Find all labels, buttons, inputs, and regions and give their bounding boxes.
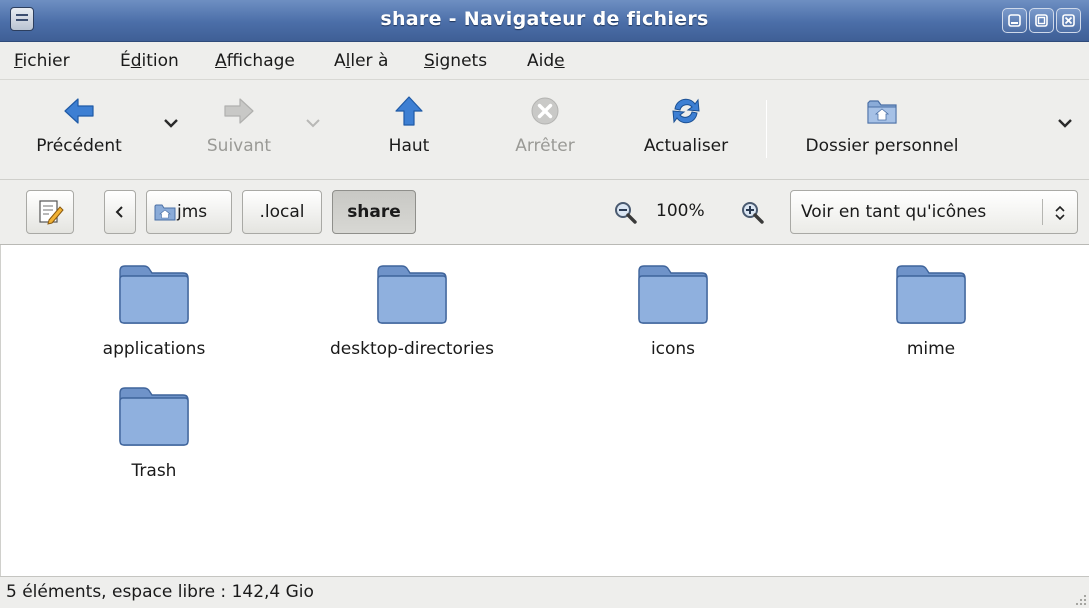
breadcrumb-local[interactable]: .local — [242, 190, 322, 234]
folder-icon — [377, 265, 447, 324]
maximize-button[interactable] — [1029, 8, 1054, 33]
home-folder-icon — [154, 204, 176, 221]
forward-arrow-icon — [224, 98, 254, 124]
stop-button[interactable]: Arrêter — [490, 80, 600, 180]
toolbar: Précédent Suivant Haut Arrêter Actualise… — [0, 80, 1089, 180]
folder-icon — [119, 387, 189, 446]
home-button[interactable]: Dossier personnel — [782, 80, 982, 180]
status-text: 5 éléments, espace libre : 142,4 Gio — [6, 582, 314, 602]
up-button[interactable]: Haut — [354, 80, 464, 180]
reload-icon — [672, 98, 700, 124]
forward-button[interactable]: Suivant — [184, 80, 294, 180]
menu-edition[interactable]: Édition — [120, 51, 179, 71]
zoom-in-icon[interactable] — [740, 200, 764, 224]
reload-button[interactable]: Actualiser — [626, 80, 746, 180]
toggle-location-entry-button[interactable] — [26, 190, 74, 234]
up-arrow-icon — [395, 96, 423, 126]
minimize-button[interactable] — [1002, 8, 1027, 33]
breadcrumb-share[interactable]: share — [332, 190, 416, 234]
folder-item[interactable]: icons — [558, 263, 788, 363]
menu-aide[interactable]: Aide — [527, 51, 565, 71]
stop-icon — [531, 97, 559, 125]
folder-item[interactable]: desktop-directories — [297, 263, 527, 363]
breadcrumb-jms[interactable]: jms — [146, 190, 232, 234]
forward-history-chevron-icon[interactable] — [304, 114, 322, 132]
maximize-icon — [1035, 14, 1048, 27]
view-mode-select[interactable]: Voir en tant qu'icônes — [790, 190, 1078, 234]
chevron-left-icon — [115, 206, 123, 218]
resize-grip-icon[interactable] — [1073, 592, 1087, 606]
back-button[interactable]: Précédent — [14, 80, 144, 180]
menu-bar: Fichier Édition Affichage Aller à Signet… — [0, 42, 1089, 80]
location-bar: jms .local share 100% Voir en tant qu'ic… — [0, 180, 1089, 245]
window-title: share - Navigateur de fichiers — [380, 8, 709, 30]
folder-item[interactable]: applications — [39, 263, 269, 363]
status-bar: 5 éléments, espace libre : 142,4 Gio — [0, 576, 1089, 608]
back-arrow-icon — [64, 98, 94, 124]
close-icon — [1062, 14, 1075, 27]
zoom-level: 100% — [656, 201, 705, 221]
breadcrumb-scroll-left-button[interactable] — [104, 190, 136, 234]
folder-icon — [896, 265, 966, 324]
menu-aller-a[interactable]: Aller à — [334, 51, 388, 71]
zoom-out-icon[interactable] — [613, 200, 637, 224]
select-updown-icon — [1055, 205, 1065, 221]
menu-signets[interactable]: Signets — [424, 51, 487, 71]
menu-affichage[interactable]: Affichage — [215, 51, 295, 71]
title-bar[interactable]: share - Navigateur de fichiers — [0, 0, 1089, 42]
close-button[interactable] — [1056, 8, 1081, 33]
folder-icon — [119, 265, 189, 324]
folder-item[interactable]: Trash — [39, 385, 269, 485]
toolbar-separator — [766, 100, 767, 158]
select-divider — [1042, 199, 1043, 225]
icon-view[interactable]: applications desktop-directories icons m… — [0, 245, 1089, 576]
toolbar-overflow-chevron-icon[interactable] — [1056, 114, 1074, 132]
minimize-icon — [1008, 14, 1021, 27]
home-folder-icon — [867, 100, 897, 124]
menu-fichier[interactable]: Fichier — [14, 51, 70, 71]
back-history-chevron-icon[interactable] — [162, 114, 180, 132]
folder-item[interactable]: mime — [816, 263, 1046, 363]
edit-location-icon — [39, 200, 64, 225]
folder-icon — [638, 265, 708, 324]
